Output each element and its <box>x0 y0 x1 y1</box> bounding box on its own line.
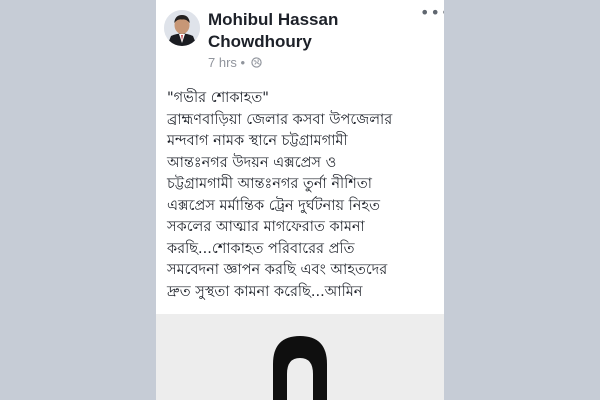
post-text-line: করছি...শোকাহত পরিবারের প্রতি <box>167 240 355 257</box>
post-text-line: সকলের আত্মার মাগফেরাত কামনা <box>167 219 365 235</box>
author-name[interactable]: Mohibul Hassan Chowdhoury <box>208 9 408 53</box>
post-text-line: ব্রাহ্মণবাড়িয়া জেলার কসবা উপজেলার <box>167 111 393 128</box>
avatar[interactable] <box>164 10 200 46</box>
more-options-icon[interactable]: ••• <box>420 5 444 24</box>
globe-icon <box>251 56 262 71</box>
post-text-line: "গভীর শোকাহত" <box>167 90 269 106</box>
post-image[interactable] <box>156 314 444 400</box>
post-text-line: মন্দবাগ নামক স্থানে চট্টগ্রামগামী <box>167 133 348 149</box>
post-time[interactable]: 7 hrs <box>208 55 237 70</box>
post-text-line: চট্টগ্রামগামী আন্তঃনগর তুর্না নীশিতা <box>167 176 372 192</box>
post-text-line: আন্তঃনগর উদয়ন এক্সপ্রেস ও <box>167 154 337 171</box>
post-header: Mohibul Hassan Chowdhoury 7 hrs • ••• <box>156 0 444 80</box>
post-text: "গভীর শোকাহত" ব্রাহ্মণবাড়িয়া জেলার কসব… <box>167 88 441 303</box>
post-meta: 7 hrs • <box>208 55 262 71</box>
post-text-line: দ্রুত সুস্থতা কামনা করেছি...আমিন <box>167 283 363 300</box>
post-text-line: এক্সপ্রেস মর্মান্তিক ট্রেন দুর্ঘটনায় নি… <box>167 197 380 214</box>
meta-separator: • <box>240 55 246 70</box>
profile-photo <box>164 10 200 46</box>
post-text-line: সমবেদনা জ্ঞাপন করছি এবং আহতদের <box>167 262 388 278</box>
facebook-post-card: Mohibul Hassan Chowdhoury 7 hrs • ••• "গ… <box>156 0 444 400</box>
mourning-ribbon-icon <box>156 314 444 400</box>
